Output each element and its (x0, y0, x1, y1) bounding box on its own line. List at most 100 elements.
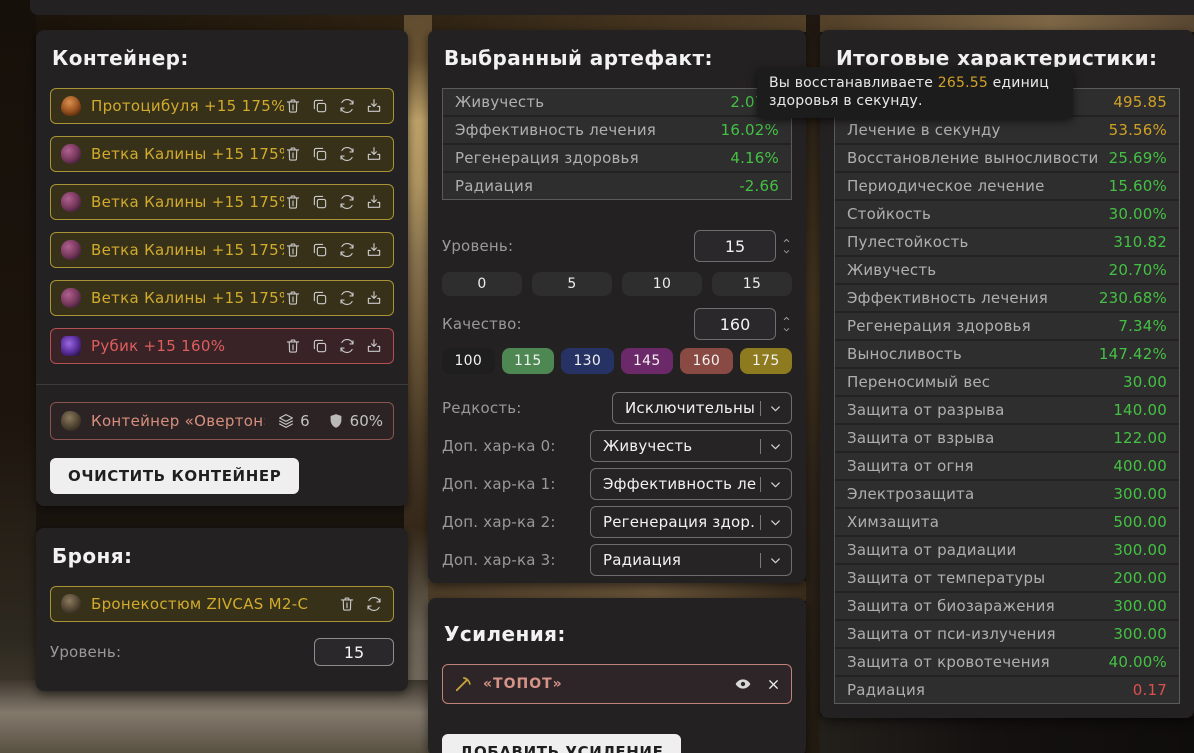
clear-container-button[interactable]: ОЧИСТИТЬ КОНТЕЙНЕР (50, 458, 299, 494)
save-item-button[interactable] (365, 289, 383, 307)
armor-icon (61, 594, 81, 614)
delete-item-button[interactable] (284, 241, 302, 259)
stat-row[interactable]: Эффективность лечения 16.02% (443, 117, 791, 143)
level-preset-button[interactable]: 5 (532, 272, 612, 296)
add-boost-button[interactable]: ДОБАВИТЬ УСИЛЕНИЕ (442, 734, 681, 753)
stat-row[interactable]: Восстановление выносливости25.69% (835, 145, 1179, 171)
stat-row[interactable]: Пулестойкость310.82 (835, 229, 1179, 255)
boost-item[interactable]: «ТОПОТ» (442, 664, 792, 704)
save-item-button[interactable] (365, 97, 383, 115)
level-preset-button[interactable]: 0 (442, 272, 522, 296)
stat-row[interactable]: Радиация0.17 (835, 677, 1179, 703)
save-item-button[interactable] (365, 337, 383, 355)
stat-label: Лечение в секунду (847, 121, 1001, 139)
container-item[interactable]: Ветка Калины +15 175% (50, 136, 394, 172)
reroll-item-button[interactable] (338, 193, 356, 211)
save-item-button[interactable] (365, 193, 383, 211)
extra-stat-3-select[interactable]: Радиация (590, 544, 792, 576)
container-select-item[interactable]: Контейнер «Овертон» 6 60% (50, 402, 394, 440)
remove-boost-button[interactable] (766, 677, 781, 692)
level-decrement-button[interactable] (781, 247, 792, 256)
delete-item-button[interactable] (284, 193, 302, 211)
reroll-item-button[interactable] (338, 289, 356, 307)
armor-item[interactable]: Бронекостюм ZIVCAS M2-C (50, 586, 394, 622)
quality-preset-button[interactable]: 160 (680, 348, 733, 374)
level-increment-button[interactable] (781, 236, 792, 245)
stat-row[interactable]: Защита от пси-излучения300.00 (835, 621, 1179, 647)
stat-row[interactable]: Стойкость30.00% (835, 201, 1179, 227)
extra-stat-1-select[interactable]: Эффективность ле... (590, 468, 792, 500)
container-item[interactable]: Протоцибуля +15 175% (50, 88, 394, 124)
reroll-item-button[interactable] (338, 97, 356, 115)
container-item-selected[interactable]: Рубик +15 160% (50, 328, 394, 364)
stat-label: Эффективность лечения (455, 121, 656, 139)
copy-item-button[interactable] (311, 289, 329, 307)
stat-row[interactable]: Живучесть20.70% (835, 257, 1179, 283)
level-preset-button[interactable]: 10 (622, 272, 702, 296)
stat-row[interactable]: Радиация -2.66 (443, 173, 791, 199)
quality-preset-button[interactable]: 175 (740, 348, 793, 374)
quality-decrement-button[interactable] (781, 325, 792, 334)
stat-row[interactable]: Химзащита500.00 (835, 509, 1179, 535)
stat-row[interactable]: Выносливость147.42% (835, 341, 1179, 367)
stat-row[interactable]: Защита от взрыва122.00 (835, 425, 1179, 451)
stat-row[interactable]: Защита от кровотечения40.00% (835, 649, 1179, 675)
reroll-armor-button[interactable] (365, 595, 383, 613)
stat-row[interactable]: Регенерация здоровья7.34% (835, 313, 1179, 339)
download-tray-icon (365, 193, 383, 211)
quality-increment-button[interactable] (781, 314, 792, 323)
save-item-button[interactable] (365, 241, 383, 259)
stat-value: -2.66 (739, 177, 779, 195)
rarity-select[interactable]: Исключительный (612, 392, 792, 424)
delete-item-button[interactable] (284, 97, 302, 115)
trash-icon (284, 193, 302, 211)
level-preset-button[interactable]: 15 (712, 272, 792, 296)
copy-item-button[interactable] (311, 145, 329, 163)
reroll-item-button[interactable] (338, 241, 356, 259)
stat-row[interactable]: Защита от радиации300.00 (835, 537, 1179, 563)
stat-row[interactable]: Лечение в секунду53.56% (835, 117, 1179, 143)
stat-row[interactable]: Переносимый вес30.00 (835, 369, 1179, 395)
quality-preset-button[interactable]: 145 (621, 348, 674, 374)
delete-item-button[interactable] (284, 337, 302, 355)
container-item[interactable]: Ветка Калины +15 175% (50, 232, 394, 268)
quality-preset-button[interactable]: 130 (561, 348, 614, 374)
save-item-button[interactable] (365, 145, 383, 163)
trash-icon (284, 241, 302, 259)
refresh-icon (338, 97, 356, 115)
stat-value: 140.00 (1113, 401, 1167, 419)
toggle-boost-visibility-button[interactable] (734, 675, 752, 693)
stat-row[interactable]: Живучесть 2.07% (443, 89, 791, 115)
stat-row[interactable]: Эффективность лечения230.68% (835, 285, 1179, 311)
extra-stat-2-select[interactable]: Регенерация здор... (590, 506, 792, 538)
delete-item-button[interactable] (284, 289, 302, 307)
reroll-item-button[interactable] (338, 145, 356, 163)
extra-stat-0-select[interactable]: Живучесть (590, 430, 792, 462)
quality-preset-button[interactable]: 100 (442, 348, 495, 374)
stat-row[interactable]: Защита от огня400.00 (835, 453, 1179, 479)
reroll-item-button[interactable] (338, 337, 356, 355)
copy-icon (311, 97, 329, 115)
armor-level-input[interactable] (314, 638, 394, 666)
quality-input[interactable] (694, 308, 776, 340)
stat-row[interactable]: Защита от температуры200.00 (835, 565, 1179, 591)
stat-row[interactable]: Периодическое лечение15.60% (835, 173, 1179, 199)
level-input[interactable] (694, 230, 776, 262)
stat-value: 30.00% (1109, 205, 1167, 223)
container-item[interactable]: Ветка Калины +15 175% (50, 280, 394, 316)
copy-item-button[interactable] (311, 193, 329, 211)
stat-label: Регенерация здоровья (847, 317, 1031, 335)
delete-item-button[interactable] (284, 145, 302, 163)
copy-item-button[interactable] (311, 337, 329, 355)
copy-item-button[interactable] (311, 97, 329, 115)
stat-row[interactable]: Защита от разрыва140.00 (835, 397, 1179, 423)
stat-row[interactable]: Электрозащита300.00 (835, 481, 1179, 507)
container-item[interactable]: Ветка Калины +15 175% (50, 184, 394, 220)
quality-preset-button[interactable]: 115 (502, 348, 555, 374)
copy-item-button[interactable] (311, 241, 329, 259)
refresh-icon (338, 241, 356, 259)
stat-row[interactable]: Регенерация здоровья 4.16% (443, 145, 791, 171)
delete-armor-button[interactable] (338, 595, 356, 613)
stat-row[interactable]: Защита от биозаражения300.00 (835, 593, 1179, 619)
stat-value: 25.69% (1109, 149, 1167, 167)
